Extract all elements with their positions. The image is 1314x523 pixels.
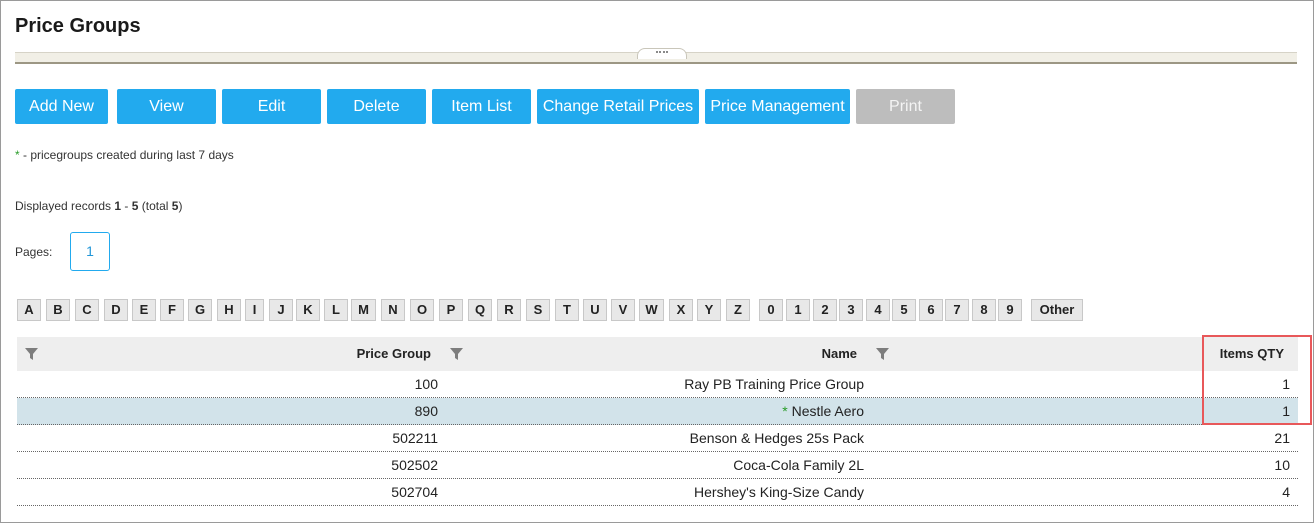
name-cell: Benson & Hedges 25s Pack xyxy=(443,425,864,451)
alpha-filter-v[interactable]: V xyxy=(611,299,635,321)
name-text: Nestle Aero xyxy=(791,403,864,419)
view-button[interactable]: View xyxy=(117,89,216,124)
price-group-cell: 502211 xyxy=(392,430,438,446)
table-row-selected[interactable]: 890 * Nestle Aero 1 xyxy=(17,398,1298,425)
price-group-cell: 890 xyxy=(414,403,438,419)
pages-label: Pages: xyxy=(15,245,53,259)
collapsible-splitter[interactable] xyxy=(15,48,1297,64)
table-row[interactable]: 502211 Benson & Hedges 25s Pack 21 xyxy=(17,425,1298,452)
alpha-filter-y[interactable]: Y xyxy=(697,299,721,321)
alpha-filter-6[interactable]: 6 xyxy=(919,299,943,321)
grip-dots-icon xyxy=(656,51,668,56)
alpha-filter-u[interactable]: U xyxy=(583,299,607,321)
price-group-cell: 100 xyxy=(414,376,438,392)
price-management-button[interactable]: Price Management xyxy=(705,89,850,124)
records-total-prefix: (total xyxy=(138,199,172,213)
alpha-filter-9[interactable]: 9 xyxy=(998,299,1022,321)
alpha-filter-4[interactable]: 4 xyxy=(866,299,890,321)
add-new-button[interactable]: Add New xyxy=(15,89,108,124)
alpha-filter-other[interactable]: Other xyxy=(1031,299,1083,321)
alpha-filter-s[interactable]: S xyxy=(526,299,550,321)
alpha-filter-t[interactable]: T xyxy=(555,299,579,321)
legend-text: - pricegroups created during last 7 days xyxy=(19,148,234,162)
alpha-filter-l[interactable]: L xyxy=(324,299,348,321)
alpha-filter-i[interactable]: I xyxy=(245,299,264,321)
price-groups-panel: Price Groups Add New View Edit Delete It… xyxy=(0,0,1314,523)
alpha-filter-2[interactable]: 2 xyxy=(813,299,837,321)
delete-button[interactable]: Delete xyxy=(327,89,426,124)
column-header-name[interactable]: Name xyxy=(443,337,857,371)
alpha-filter-w[interactable]: W xyxy=(639,299,664,321)
name-cell: * Nestle Aero xyxy=(443,398,864,424)
alpha-filter-m[interactable]: M xyxy=(351,299,376,321)
name-cell: Ray PB Training Price Group xyxy=(443,371,864,397)
page-1-button[interactable]: 1 xyxy=(70,232,110,271)
price-group-cell: 502704 xyxy=(391,484,438,500)
alpha-filter-n[interactable]: N xyxy=(381,299,405,321)
alpha-filter-k[interactable]: K xyxy=(296,299,320,321)
alpha-filter-p[interactable]: P xyxy=(439,299,463,321)
alpha-filter-3[interactable]: 3 xyxy=(839,299,863,321)
price-group-cell: 502502 xyxy=(391,457,438,473)
alpha-filter-d[interactable]: D xyxy=(104,299,128,321)
column-header-price-group[interactable]: Price Group xyxy=(17,337,431,371)
alpha-filter-j[interactable]: J xyxy=(269,299,293,321)
name-text: Benson & Hedges 25s Pack xyxy=(689,430,864,446)
alpha-filter-h[interactable]: H xyxy=(217,299,241,321)
name-text: Hershey's King-Size Candy xyxy=(694,484,864,500)
table-row[interactable]: 502704 Hershey's King-Size Candy 4 xyxy=(17,479,1298,506)
alpha-filter-b[interactable]: B xyxy=(46,299,70,321)
price-groups-table: Price Group Name Items QTY 100 Ray PB Tr… xyxy=(17,337,1298,506)
records-prefix: Displayed records xyxy=(15,199,115,213)
items-qty-highlight-box xyxy=(1202,335,1312,425)
table-row[interactable]: 502502 Coca-Cola Family 2L 10 xyxy=(17,452,1298,479)
item-list-button[interactable]: Item List xyxy=(432,89,531,124)
items-qty-cell: 21 xyxy=(1274,430,1290,446)
page-title: Price Groups xyxy=(15,15,141,37)
alpha-filter-x[interactable]: X xyxy=(669,299,693,321)
alpha-filter-c[interactable]: C xyxy=(75,299,99,321)
alpha-filter-q[interactable]: Q xyxy=(468,299,492,321)
alpha-filter-1[interactable]: 1 xyxy=(786,299,810,321)
print-button[interactable]: Print xyxy=(856,89,955,124)
new-star-marker: * xyxy=(782,403,792,419)
alpha-filter-r[interactable]: R xyxy=(497,299,521,321)
alpha-filter-z[interactable]: Z xyxy=(726,299,750,321)
table-header: Price Group Name Items QTY xyxy=(17,337,1298,371)
edit-button[interactable]: Edit xyxy=(222,89,321,124)
items-qty-cell: 4 xyxy=(1282,484,1290,500)
table-row[interactable]: 100 Ray PB Training Price Group 1 xyxy=(17,371,1298,398)
items-qty-cell: 10 xyxy=(1274,457,1290,473)
alpha-filter-5[interactable]: 5 xyxy=(892,299,916,321)
records-total-suffix: ) xyxy=(178,199,183,213)
alpha-filter-o[interactable]: O xyxy=(410,299,434,321)
records-dash: - xyxy=(121,199,132,213)
alpha-filter-f[interactable]: F xyxy=(160,299,184,321)
alpha-filter-e[interactable]: E xyxy=(132,299,156,321)
name-text: Ray PB Training Price Group xyxy=(684,376,864,392)
alpha-filter-0[interactable]: 0 xyxy=(759,299,783,321)
alpha-filter-7[interactable]: 7 xyxy=(945,299,969,321)
records-summary: Displayed records 1 - 5 (total 5) xyxy=(15,199,182,213)
change-retail-prices-button[interactable]: Change Retail Prices xyxy=(537,89,699,124)
splitter-grip[interactable] xyxy=(637,48,687,59)
name-text: Coca-Cola Family 2L xyxy=(733,457,864,473)
new-groups-legend: * - pricegroups created during last 7 da… xyxy=(15,148,234,162)
alpha-filter-a[interactable]: A xyxy=(17,299,41,321)
name-cell: Hershey's King-Size Candy xyxy=(443,479,864,505)
alpha-filter-g[interactable]: G xyxy=(188,299,212,321)
name-cell: Coca-Cola Family 2L xyxy=(443,452,864,478)
alpha-filter-8[interactable]: 8 xyxy=(972,299,996,321)
